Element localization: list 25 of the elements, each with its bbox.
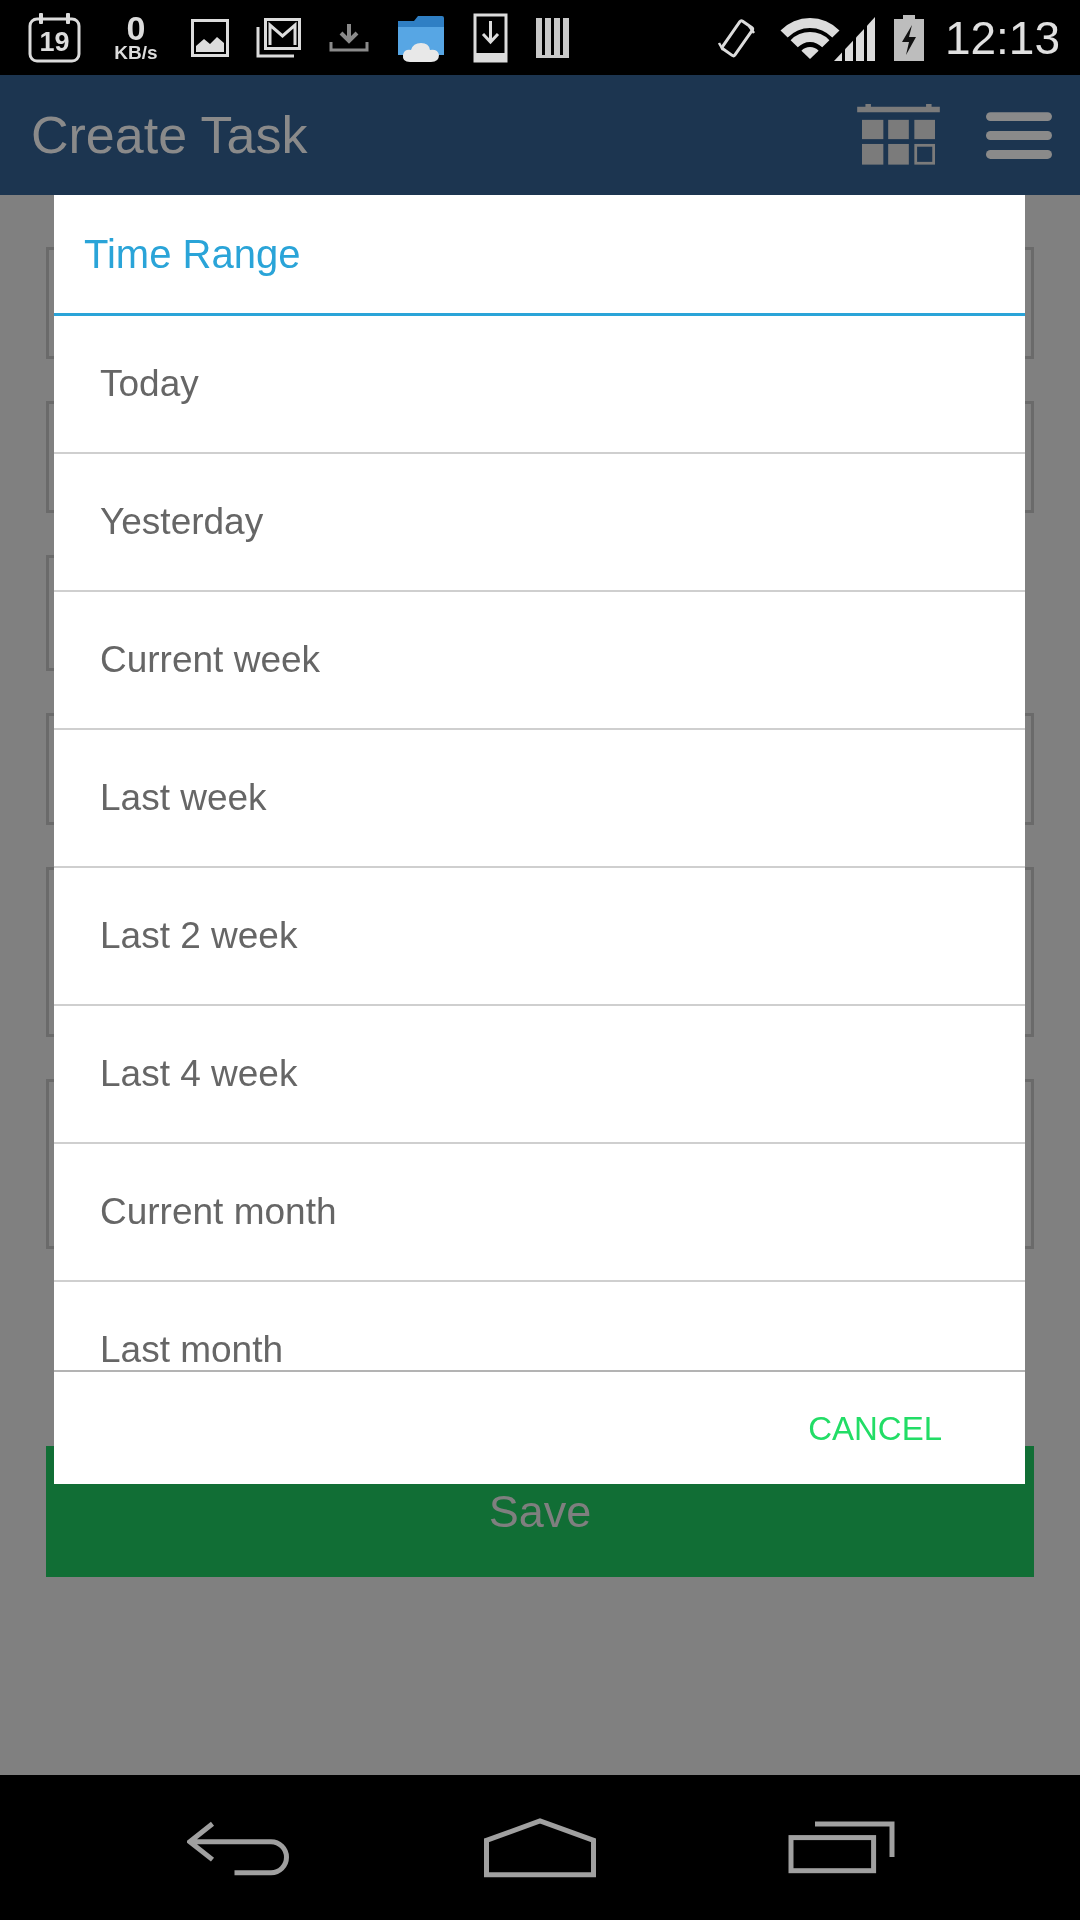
option-item[interactable]: Current week bbox=[54, 592, 1025, 730]
menu-icon[interactable] bbox=[986, 111, 1052, 159]
download-icon bbox=[329, 23, 369, 52]
net-speed-value: 0 bbox=[126, 12, 146, 43]
option-item[interactable]: Last week bbox=[54, 730, 1025, 868]
dialog-title: Time Range bbox=[54, 195, 1025, 316]
option-item[interactable]: Today bbox=[54, 316, 1025, 454]
option-item[interactable]: Last month bbox=[54, 1282, 1025, 1370]
recent-apps-icon[interactable] bbox=[787, 1820, 897, 1875]
books-icon bbox=[535, 17, 570, 58]
wifi-icon bbox=[779, 15, 840, 60]
battery-charging-icon bbox=[892, 14, 925, 61]
back-icon[interactable] bbox=[187, 1819, 289, 1876]
download-box-icon bbox=[473, 12, 508, 63]
clock-time: 12:13 bbox=[944, 14, 1060, 61]
app-title: Create Task bbox=[31, 109, 308, 161]
image-icon bbox=[191, 18, 229, 57]
home-icon[interactable] bbox=[483, 1817, 597, 1878]
option-item[interactable]: Yesterday bbox=[54, 454, 1025, 592]
option-item[interactable]: Last 2 week bbox=[54, 868, 1025, 1006]
envelope-icon bbox=[256, 17, 302, 58]
option-item[interactable]: Last 4 week bbox=[54, 1006, 1025, 1144]
net-speed-unit: KB/s bbox=[114, 42, 158, 63]
option-item[interactable]: Current month bbox=[54, 1144, 1025, 1282]
calendar-grid-icon[interactable] bbox=[857, 104, 940, 166]
